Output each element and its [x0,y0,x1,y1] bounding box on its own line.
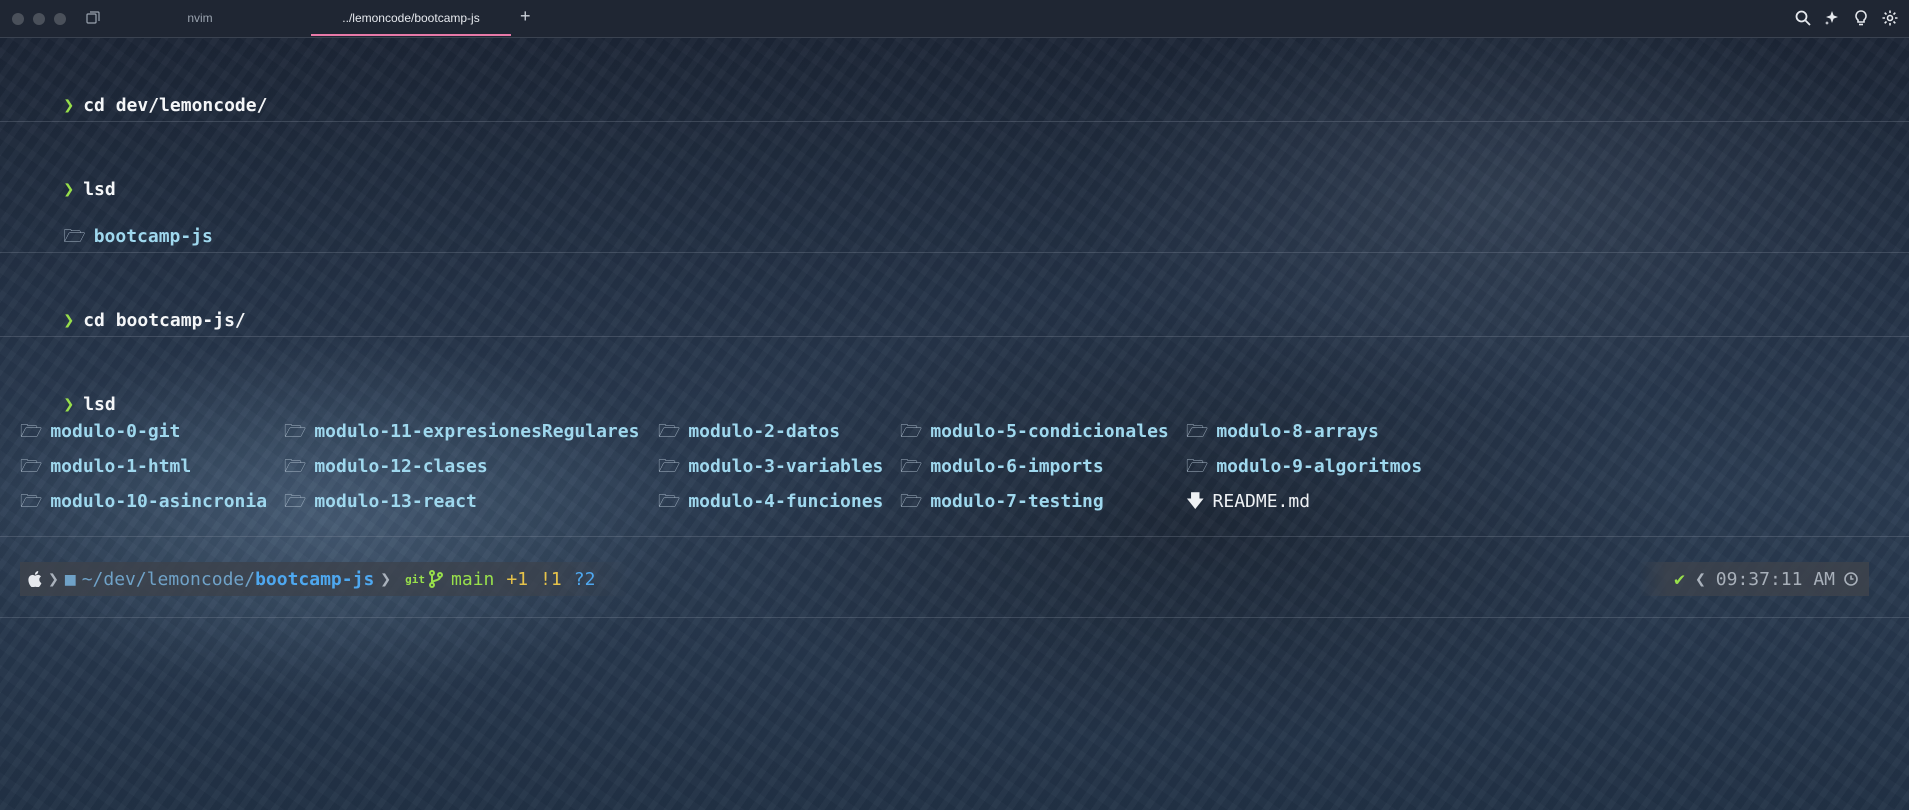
folder-icon: ■ [64,568,76,590]
folder-icon: 🗁 [20,421,43,442]
folder-icon: 🗁 [284,421,307,442]
segment-separator: ❯ [380,568,392,590]
folder-icon: 🗁 [658,421,681,442]
tab-bootcamp-js[interactable]: ../lemoncode/bootcamp-js [311,0,511,37]
list-item: 🗁 modulo-3-variables [658,456,884,477]
list-item: 🗁 modulo-0-git [20,421,181,442]
list-item: 🗁 modulo-10-asincronia [20,491,268,512]
folder-icon: 🗁 [658,456,681,477]
list-item: 🗁 modulo-13-react [284,491,477,512]
branch-name: main [451,568,495,590]
tab-overview-icon[interactable] [86,11,100,25]
prompt-chevron: ❯ [63,394,75,415]
command-block[interactable]: ❯ cd dev/lemoncode/ [0,38,1909,122]
list-item: 🗁 modulo-5-condicionales [900,421,1169,442]
folder-icon: 🗁 [63,226,86,247]
list-item: 🡇 README.md [1186,491,1311,512]
command-block[interactable]: ❯ cd bootcamp-js/ [0,253,1909,337]
git-ahead-count: +1 [506,568,529,590]
lightbulb-icon[interactable] [1852,9,1870,27]
folder-icon: 🗁 [900,456,923,477]
sparkle-icon[interactable] [1823,9,1841,27]
folder-entry: bootcamp-js [93,226,213,247]
command-block[interactable]: ❯ lsd 🗁 bootcamp-js [0,122,1909,253]
branch-icon [429,570,444,588]
clock-icon [1844,572,1858,586]
tab-nvim[interactable]: nvim [110,0,290,37]
list-item: 🗁 modulo-12-clases [284,456,488,477]
apple-icon [28,571,42,587]
list-item: 🗁 modulo-9-algoritmos [1186,456,1423,477]
status-check-icon: ✔ [1674,568,1685,590]
prompt-chevron: ❯ [63,95,75,116]
search-icon[interactable] [1794,9,1812,27]
git-untracked-count: ?2 [573,568,596,590]
prompt-bar: ❯ ■ ~/dev/lemoncode/bootcamp-js ❯ git ma… [20,562,630,596]
list-item: 🗁 modulo-4-funciones [658,491,884,512]
segment-separator: ❯ [48,568,59,590]
title-bar: nvim ../lemoncode/bootcamp-js + [0,0,1909,38]
minimize-button[interactable] [33,13,45,25]
command-text: cd dev/lemoncode/ [83,95,268,116]
folder-icon: 🗁 [900,421,923,442]
command-block[interactable]: ❯ lsd 🗁 modulo-0-git 🗁 modulo-1-html 🗁 modul… [0,337,1909,537]
zoom-button[interactable] [54,13,66,25]
right-prompt: ✔ ❮ 09:37:11 AM [1639,562,1869,596]
folder-icon: 🗁 [900,491,923,512]
list-item: 🗁 modulo-2-datos [658,421,841,442]
prompt-chevron: ❯ [63,179,75,200]
git-icon: git [405,572,426,586]
list-item: 🗁 modulo-6-imports [900,456,1104,477]
list-item: 🗁 modulo-1-html [20,456,192,477]
list-item: 🗁 modulo-8-arrays [1186,421,1379,442]
segment-separator: ❮ [1694,568,1706,590]
prompt-chevron: ❯ [63,310,75,331]
gear-icon[interactable] [1881,9,1899,27]
folder-icon: 🗁 [1186,456,1209,477]
command-text: lsd [83,394,116,415]
folder-icon: 🗁 [658,491,681,512]
folder-icon: 🗁 [20,456,43,477]
path-prefix: ~/dev/lemoncode/ [81,568,256,590]
new-tab-button[interactable]: + [520,6,531,27]
folder-icon: 🗁 [284,456,307,477]
list-item: 🗁 modulo-11-expresionesRegulares [284,421,640,442]
folder-icon: 🗁 [1186,421,1209,442]
git-modified-count: !1 [540,568,562,590]
command-text: cd bootcamp-js/ [83,310,246,331]
list-item: 🗁 modulo-7-testing [900,491,1104,512]
window-controls [12,13,66,25]
folder-icon: 🗁 [20,491,43,512]
path-current: bootcamp-js [255,568,375,590]
close-button[interactable] [12,13,24,25]
command-text: lsd [83,179,116,200]
folder-icon: 🗁 [284,491,307,512]
download-arrow-icon: 🡇 [1186,491,1205,512]
clock-time: 09:37:11 AM [1715,568,1835,590]
